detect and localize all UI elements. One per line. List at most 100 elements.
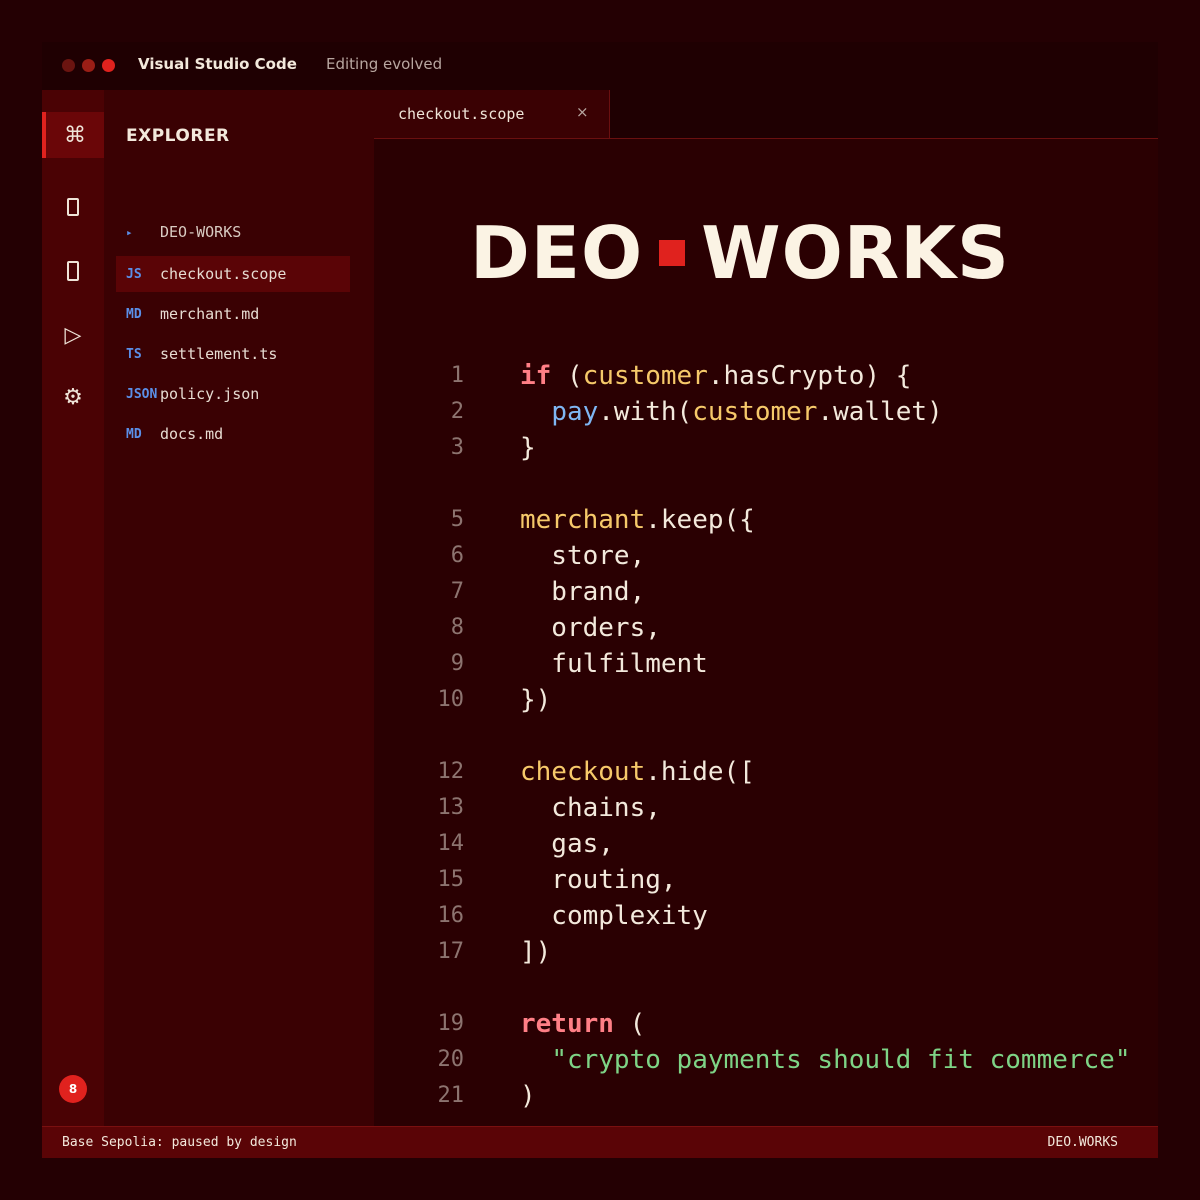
- line-number: 20: [437, 1047, 465, 1072]
- code-text: brand,: [520, 574, 645, 610]
- code-line[interactable]: 8 orders,: [374, 610, 1158, 646]
- sidebar-item-checkout-scope[interactable]: JS checkout.scope: [116, 256, 350, 292]
- tab-bar: checkout.scope ×: [374, 90, 1158, 139]
- code-text: }): [520, 682, 551, 718]
- code-line[interactable]: 10}): [374, 682, 1158, 718]
- code-text: checkout.hide([: [520, 754, 755, 790]
- code-text: fulfilment: [520, 646, 708, 682]
- line-number: 14: [437, 831, 465, 856]
- tab-label: checkout.scope: [398, 105, 525, 123]
- code-token: pay: [551, 397, 599, 427]
- file-type-label: MD: [126, 426, 142, 442]
- code-token: .hide([: [645, 757, 755, 787]
- sidebar-item-label: checkout.scope: [160, 265, 287, 283]
- code-line[interactable]: 2 pay.with(customer.wallet): [374, 394, 1158, 430]
- status-brand[interactable]: DEO.WORKS: [1048, 1135, 1118, 1150]
- line-number: 16: [437, 903, 465, 928]
- line-number: 9: [450, 651, 464, 676]
- line-number: 5: [450, 507, 464, 532]
- activity-file-button[interactable]: [42, 184, 104, 230]
- tab-checkout-scope[interactable]: checkout.scope ×: [374, 90, 610, 138]
- code-token: fulfilment: [520, 649, 708, 679]
- code-token: .wallet): [817, 397, 943, 427]
- editor-area: checkout.scope × DEO WORKS 1 if (customer…: [374, 90, 1158, 1126]
- sidebar-item-label: DEO-WORKS: [160, 223, 242, 241]
- code-token: .hasCrypto) {: [707, 361, 912, 391]
- code-token: merchant: [520, 505, 646, 535]
- command-icon: ⌘: [64, 122, 86, 148]
- activity-bar: ⌘ ▷ ⚙ 8: [42, 90, 104, 1126]
- sidebar-item-settlement-ts[interactable]: TS settlement.ts: [116, 336, 350, 372]
- code-token: (: [613, 1009, 646, 1039]
- window-maximize-dot[interactable]: [82, 59, 95, 72]
- code-line[interactable]: 7 brand,: [374, 574, 1158, 610]
- code-line[interactable]: 21): [374, 1078, 1158, 1114]
- status-network[interactable]: Base Sepolia: paused by design: [62, 1135, 297, 1150]
- notification-badge[interactable]: 8: [59, 1075, 87, 1103]
- line-number: 21: [437, 1083, 465, 1108]
- activity-run-button[interactable]: ▷: [42, 312, 104, 358]
- line-number: 13: [437, 795, 465, 820]
- search-icon: [67, 261, 79, 281]
- sidebar-item-policy-json[interactable]: JSON policy.json: [116, 376, 350, 412]
- code-text: "crypto payments should fit commerce": [520, 1042, 1130, 1078]
- vscode-window: Visual Studio Code Editing evolved ⌘ ▷ ⚙…: [42, 42, 1158, 1158]
- line-number: 17: [437, 939, 465, 964]
- sidebar-item-merchant-md[interactable]: MD merchant.md: [116, 296, 350, 332]
- code-token: .keep({: [645, 505, 755, 535]
- code-line[interactable]: 13 chains,: [374, 790, 1158, 826]
- code-line[interactable]: 19 return (: [374, 1006, 1158, 1042]
- code-token: store,: [520, 541, 646, 571]
- code-token: gas,: [520, 829, 614, 859]
- code-line[interactable]: 16 complexity: [374, 898, 1158, 934]
- code-line[interactable]: 1 if (customer.hasCrypto) {: [374, 358, 1158, 394]
- app-subtitle: Editing evolved: [326, 55, 443, 73]
- code-token: customer: [692, 397, 818, 427]
- brand-right-text: WORKS: [701, 211, 1010, 295]
- code-line[interactable]: 20 "crypto payments should fit commerce": [374, 1042, 1158, 1078]
- code-text: routing,: [520, 862, 676, 898]
- line-number: 2: [450, 399, 464, 424]
- code-token: ): [520, 1081, 536, 1111]
- code-token: customer: [582, 361, 708, 391]
- sidebar-item-deo-works[interactable]: ▸ DEO-WORKS: [116, 214, 350, 250]
- file-type-label: JS: [126, 266, 142, 282]
- code-text: if (customer.hasCrypto) {: [520, 358, 911, 394]
- activity-command-button[interactable]: ⌘: [42, 112, 104, 158]
- close-icon[interactable]: ×: [576, 103, 589, 121]
- code-text: return (: [520, 1006, 645, 1042]
- code-line[interactable]: 12 checkout.hide([: [374, 754, 1158, 790]
- file-type-label: MD: [126, 306, 142, 322]
- status-bar: Base Sepolia: paused by design DEO.WORKS: [42, 1126, 1158, 1158]
- activity-settings-button[interactable]: ⚙: [42, 374, 104, 420]
- code-line[interactable]: 3}: [374, 430, 1158, 466]
- code-text: ]): [520, 934, 551, 970]
- sidebar-item-label: merchant.md: [160, 305, 260, 323]
- code-token: if: [520, 361, 552, 391]
- code-text: store,: [520, 538, 645, 574]
- sidebar-item-docs-md[interactable]: MD docs.md: [116, 416, 350, 452]
- window-minimize-dot[interactable]: [62, 59, 75, 72]
- code-line[interactable]: 14 gas,: [374, 826, 1158, 862]
- code-line[interactable]: 5 merchant.keep({: [374, 502, 1158, 538]
- brand-wordmark: DEO WORKS: [470, 208, 1010, 298]
- line-number: 19: [437, 1011, 465, 1036]
- code-line[interactable]: 17]): [374, 934, 1158, 970]
- code-token: ]): [520, 937, 552, 967]
- code-text: orders,: [520, 610, 661, 646]
- activity-search-button[interactable]: [42, 248, 104, 294]
- window-close-dot[interactable]: [102, 59, 115, 72]
- line-number: 15: [437, 867, 465, 892]
- code-line[interactable]: 9 fulfilment: [374, 646, 1158, 682]
- gear-icon: ⚙: [63, 384, 83, 410]
- line-number: 7: [450, 579, 464, 604]
- code-line[interactable]: 15 routing,: [374, 862, 1158, 898]
- explorer-sidebar: EXPLORER ▸ DEO-WORKS JS checkout.scope M…: [104, 90, 374, 1126]
- code-token: complexity: [520, 901, 708, 931]
- file-type-label: TS: [126, 346, 142, 362]
- code-token: checkout: [520, 757, 646, 787]
- line-number: 3: [450, 435, 464, 460]
- code-text: ): [520, 1078, 536, 1114]
- code-line[interactable]: 6 store,: [374, 538, 1158, 574]
